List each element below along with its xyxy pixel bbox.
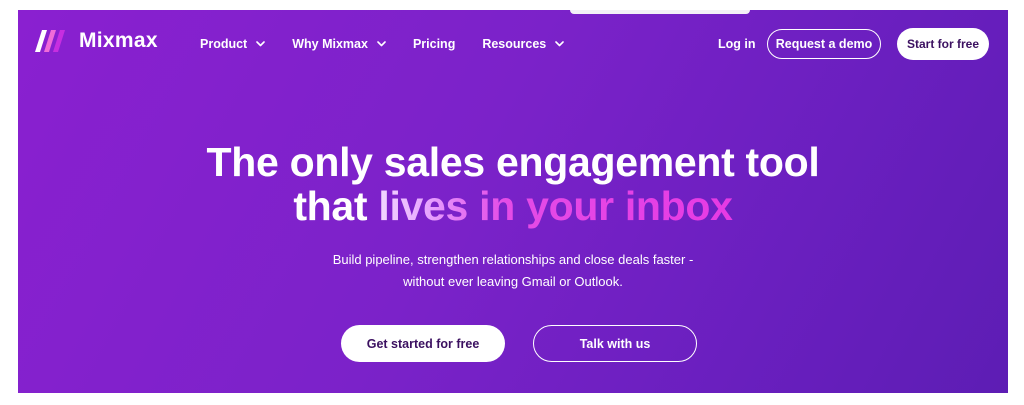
hero-headline: The only sales engagement tool that live…	[18, 140, 1008, 228]
start-for-free-button[interactable]: Start for free	[897, 28, 989, 60]
get-started-button[interactable]: Get started for free	[341, 325, 505, 362]
login-link[interactable]: Log in	[718, 37, 756, 51]
headline-line-1: The only sales engagement tool	[206, 139, 820, 185]
nav-item-label: Why Mixmax	[292, 37, 368, 51]
subtext-line-1: Build pipeline, strengthen relationships…	[332, 252, 694, 267]
mixmax-logo-icon	[35, 30, 65, 52]
brand-logo[interactable]: Mixmax	[33, 28, 158, 54]
subtext-line-2: without ever leaving Gmail or Outlook.	[403, 274, 623, 289]
nav-item-label: Resources	[482, 37, 547, 51]
talk-with-us-button[interactable]: Talk with us	[533, 325, 697, 362]
hero-subtext: Build pipeline, strengthen relationships…	[18, 249, 1008, 293]
nav-item-why-mixmax[interactable]: Why Mixmax	[292, 37, 386, 51]
nav-item-label: Product	[200, 37, 248, 51]
chevron-down-icon	[377, 41, 386, 47]
request-demo-button[interactable]: Request a demo	[767, 29, 881, 59]
headline-line-2: that lives in your inbox	[18, 184, 1008, 228]
chevron-down-icon	[555, 41, 565, 47]
nav-item-product[interactable]: Product	[200, 37, 266, 51]
main-nav: Product Why Mixmax Pricing Resources	[200, 37, 591, 51]
nav-item-label: Pricing	[412, 37, 456, 51]
hero-section: Mixmax Product Why Mixmax Pricing Resour…	[18, 10, 1008, 393]
nav-item-resources[interactable]: Resources	[482, 37, 565, 51]
headline-plain-text: that	[293, 183, 379, 229]
headline-highlight-text: lives in your inbox	[378, 183, 733, 229]
top-edge-tab	[570, 10, 750, 14]
chevron-down-icon	[256, 41, 266, 47]
nav-item-pricing[interactable]: Pricing	[413, 37, 455, 51]
brand-name: Mixmax	[79, 29, 158, 52]
